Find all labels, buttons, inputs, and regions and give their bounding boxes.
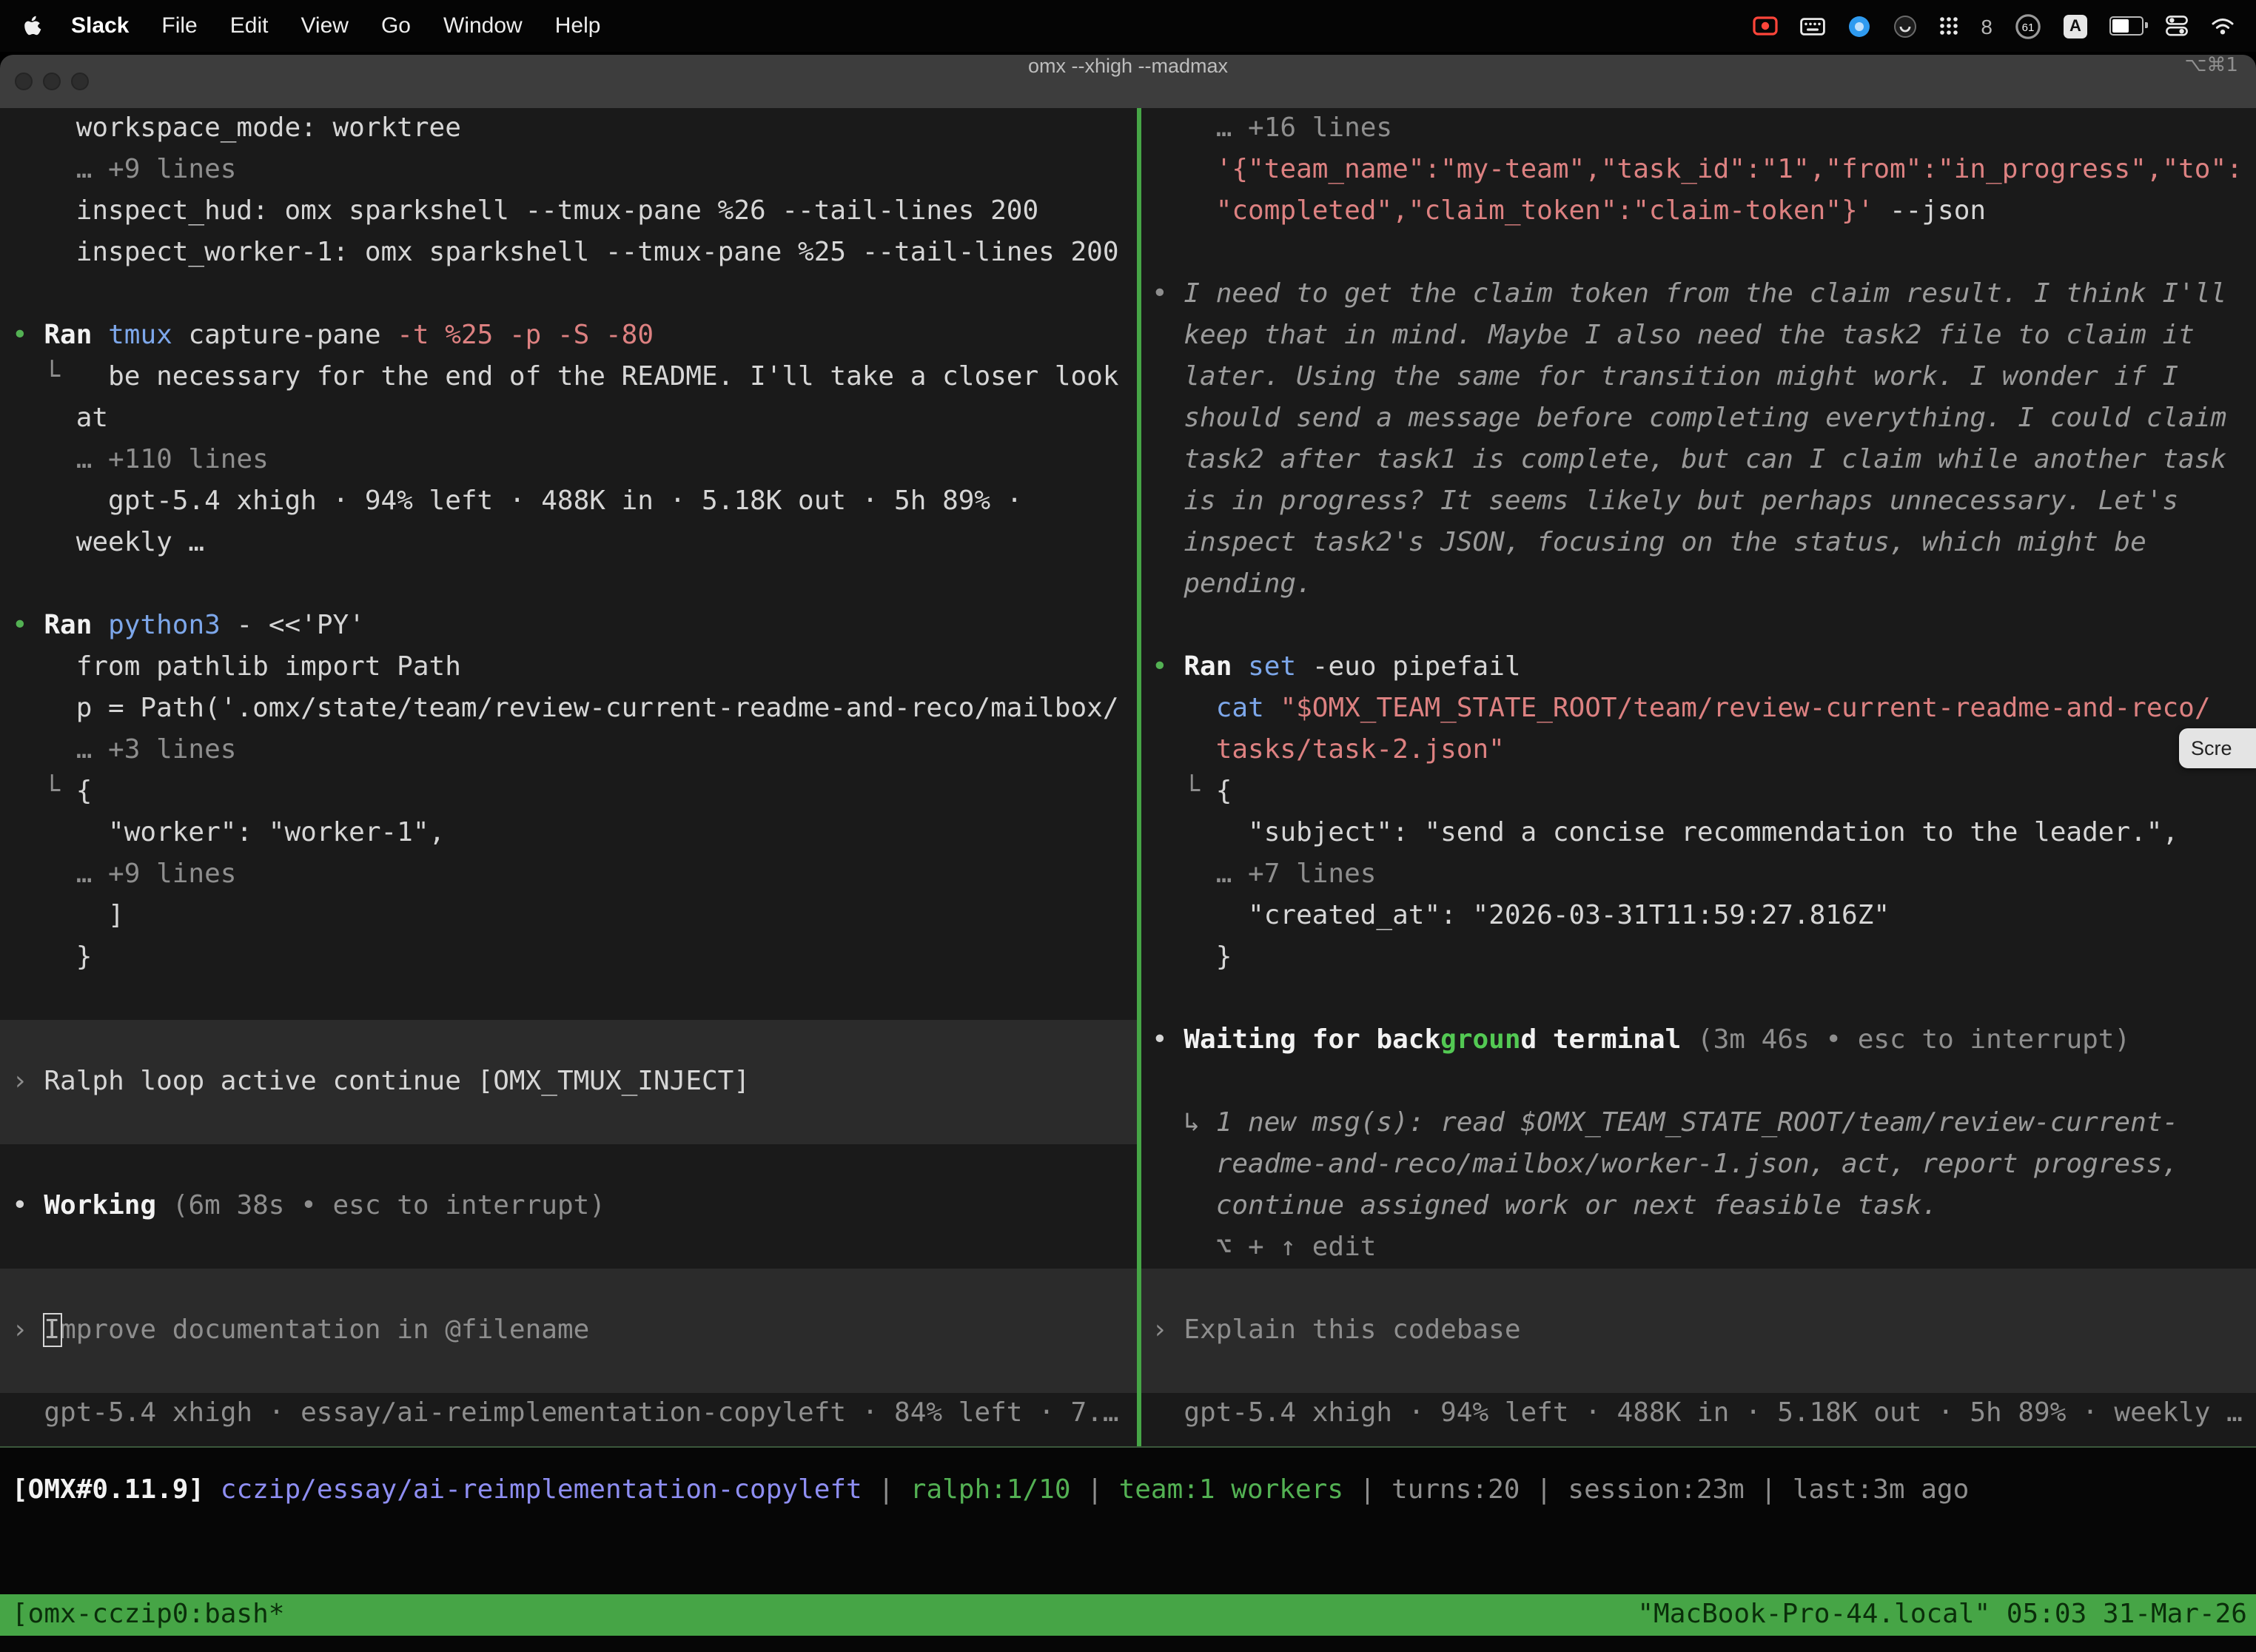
window-title: omx --xhigh --madmax bbox=[0, 55, 2256, 108]
terminal-line: … +110 lines bbox=[0, 440, 1137, 481]
terminal-line: should send a message before completing … bbox=[1141, 398, 2256, 440]
menu-item-file[interactable]: File bbox=[161, 13, 197, 38]
terminal-line: '{"team_name":"my-team","task_id":"1","f… bbox=[1141, 150, 2256, 191]
terminal-line: • I need to get the claim token from the… bbox=[1141, 274, 2256, 315]
terminal-line: task2 after task1 is complete, but can I… bbox=[1141, 440, 2256, 481]
terminal-line: … +16 lines bbox=[1141, 108, 2256, 150]
terminal-line: └ { bbox=[0, 771, 1137, 813]
menu-bar: Slack File Edit View Go Window Help bbox=[0, 0, 2256, 52]
terminal-line: "completed","claim_token":"claim-token"}… bbox=[1141, 191, 2256, 232]
terminal-line bbox=[1141, 605, 2256, 647]
terminal-line bbox=[0, 978, 1137, 1020]
menu-item-slack[interactable]: Slack bbox=[71, 13, 129, 38]
menu-item-help[interactable]: Help bbox=[555, 13, 601, 38]
terminal-line: … +3 lines bbox=[0, 730, 1137, 771]
app-icon-dark[interactable] bbox=[1893, 14, 1917, 38]
terminal-window: omx --xhigh --madmax ⌥⌘1 workspace_mode:… bbox=[0, 55, 2256, 1652]
terminal-line: "created_at": "2026-03-31T11:59:27.816Z" bbox=[1141, 896, 2256, 937]
terminal-line: … +7 lines bbox=[1141, 854, 2256, 896]
window-title-bar: omx --xhigh --madmax ⌥⌘1 bbox=[0, 55, 2256, 110]
hud-separator bbox=[0, 1446, 2256, 1448]
terminal-line bbox=[0, 1227, 1137, 1269]
terminal-line: } bbox=[0, 937, 1137, 978]
terminal-line: "worker": "worker-1", bbox=[0, 813, 1137, 854]
terminal-line: ↳ 1 new msg(s): read $OMX_TEAM_STATE_ROO… bbox=[1141, 1103, 2256, 1144]
terminal-line bbox=[0, 274, 1137, 315]
model-status-line: gpt-5.4 xhigh · essay/ai-reimplementatio… bbox=[0, 1393, 1137, 1434]
prompt-input: › Improve documentation in @filename bbox=[0, 1269, 1137, 1393]
battery-icon[interactable] bbox=[2109, 17, 2143, 36]
terminal-line: readme-and-reco/mailbox/worker-1.json, a… bbox=[1141, 1144, 2256, 1186]
wifi-icon[interactable] bbox=[2210, 16, 2235, 36]
omx-status-line: [OMX#0.11.9] cczip/essay/ai-reimplementa… bbox=[0, 1470, 2256, 1511]
screen-overlay-tooltip: Scre bbox=[2179, 728, 2256, 768]
terminal-line: cat "$OMX_TEAM_STATE_ROOT/team/review-cu… bbox=[1141, 688, 2256, 730]
terminal-line: continue assigned work or next feasible … bbox=[1141, 1186, 2256, 1227]
screen-sharing-icon[interactable] bbox=[1753, 16, 1778, 36]
terminal-pane-left[interactable]: workspace_mode: worktree … +9 lines insp… bbox=[0, 108, 1137, 1446]
terminal-line: p = Path('.omx/state/team/review-current… bbox=[0, 688, 1137, 730]
omx-hud: [OMX#0.11.9] cczip/essay/ai-reimplementa… bbox=[0, 1470, 2256, 1511]
menu-item-edit[interactable]: Edit bbox=[230, 13, 269, 38]
tmux-host-clock: "MacBook-Pro-44.local" 05:03 31-Mar-26 bbox=[1637, 1594, 2247, 1636]
keyboard-icon[interactable] bbox=[1800, 17, 1825, 35]
window-shortcut-badge: ⌥⌘1 bbox=[2184, 55, 2238, 108]
terminal-line: inspect_worker-1: omx sparkshell --tmux-… bbox=[0, 232, 1137, 274]
model-status-line: gpt-5.4 xhigh · 94% left · 488K in · 5.1… bbox=[1141, 1393, 2256, 1434]
terminal-line: inspect task2's JSON, focusing on the st… bbox=[1141, 523, 2256, 564]
terminal-line: … +9 lines bbox=[0, 150, 1137, 191]
terminal-line bbox=[1141, 1061, 2256, 1103]
terminal-line bbox=[1141, 978, 2256, 1020]
terminal-line: workspace_mode: worktree bbox=[0, 108, 1137, 150]
control-center-icon[interactable] bbox=[2166, 15, 2188, 37]
svg-text:61: 61 bbox=[2022, 21, 2035, 33]
menu-item-view[interactable]: View bbox=[301, 13, 349, 38]
terminal-line: "subject": "send a concise recommendatio… bbox=[1141, 813, 2256, 854]
terminal-line bbox=[0, 564, 1137, 605]
terminal-line: tasks/task-2.json" bbox=[1141, 730, 2256, 771]
apple-menu-icon[interactable] bbox=[24, 14, 43, 38]
tmux-session-label: [omx-cczip0:bash* bbox=[12, 1594, 284, 1636]
battery-gauge-icon[interactable]: 61 bbox=[2015, 13, 2041, 39]
terminal-line: • Ran tmux capture-pane -t %25 -p -S -80 bbox=[0, 315, 1137, 357]
tmux-inject-banner: › Ralph loop active continue [OMX_TMUX_I… bbox=[0, 1020, 1137, 1144]
terminal-line: gpt-5.4 xhigh · 94% left · 488K in · 5.1… bbox=[0, 481, 1137, 523]
terminal-line: weekly … bbox=[0, 523, 1137, 564]
prompt-suggestion: › Explain this codebase bbox=[1141, 1269, 2256, 1393]
apps-grid-icon[interactable] bbox=[1939, 16, 1958, 36]
terminal-line: } bbox=[1141, 937, 2256, 978]
terminal-line: at bbox=[0, 398, 1137, 440]
app-icon-eight[interactable]: 8 bbox=[1981, 14, 1993, 38]
waiting-status: • Waiting for background terminal (3m 46… bbox=[1141, 1020, 2256, 1061]
terminal-line bbox=[1141, 232, 2256, 274]
input-source-icon[interactable]: A bbox=[2064, 14, 2087, 38]
terminal-line: └ be necessary for the end of the README… bbox=[0, 357, 1137, 398]
terminal-line: • Ran python3 - <<'PY' bbox=[0, 605, 1137, 647]
terminal-line: keep that in mind. Maybe I also need the… bbox=[1141, 315, 2256, 357]
working-status: • Working (6m 38s • esc to interrupt) bbox=[0, 1186, 1137, 1227]
terminal-line: ⌥ + ↑ edit bbox=[1141, 1227, 2256, 1269]
terminal-pane-right[interactable]: … +16 lines '{"team_name":"my-team","tas… bbox=[1141, 108, 2256, 1446]
terminal-line: pending. bbox=[1141, 564, 2256, 605]
app-icon-blue[interactable] bbox=[1847, 14, 1871, 38]
terminal-line: is in progress? It seems likely but perh… bbox=[1141, 481, 2256, 523]
terminal-line: └ { bbox=[1141, 771, 2256, 813]
terminal-line bbox=[0, 1144, 1137, 1186]
terminal-line: inspect_hud: omx sparkshell --tmux-pane … bbox=[0, 191, 1137, 232]
screen: Slack File Edit View Go Window Help bbox=[0, 0, 2256, 1652]
menu-item-window[interactable]: Window bbox=[443, 13, 523, 38]
terminal-line: ] bbox=[0, 896, 1137, 937]
terminal-line: … +9 lines bbox=[0, 854, 1137, 896]
terminal-line: • Ran set -euo pipefail bbox=[1141, 647, 2256, 688]
tmux-status-bar: [omx-cczip0:bash* "MacBook-Pro-44.local"… bbox=[0, 1594, 2256, 1636]
terminal-line: from pathlib import Path bbox=[0, 647, 1137, 688]
terminal-line: later. Using the same for transition mig… bbox=[1141, 357, 2256, 398]
menu-item-go[interactable]: Go bbox=[381, 13, 411, 38]
